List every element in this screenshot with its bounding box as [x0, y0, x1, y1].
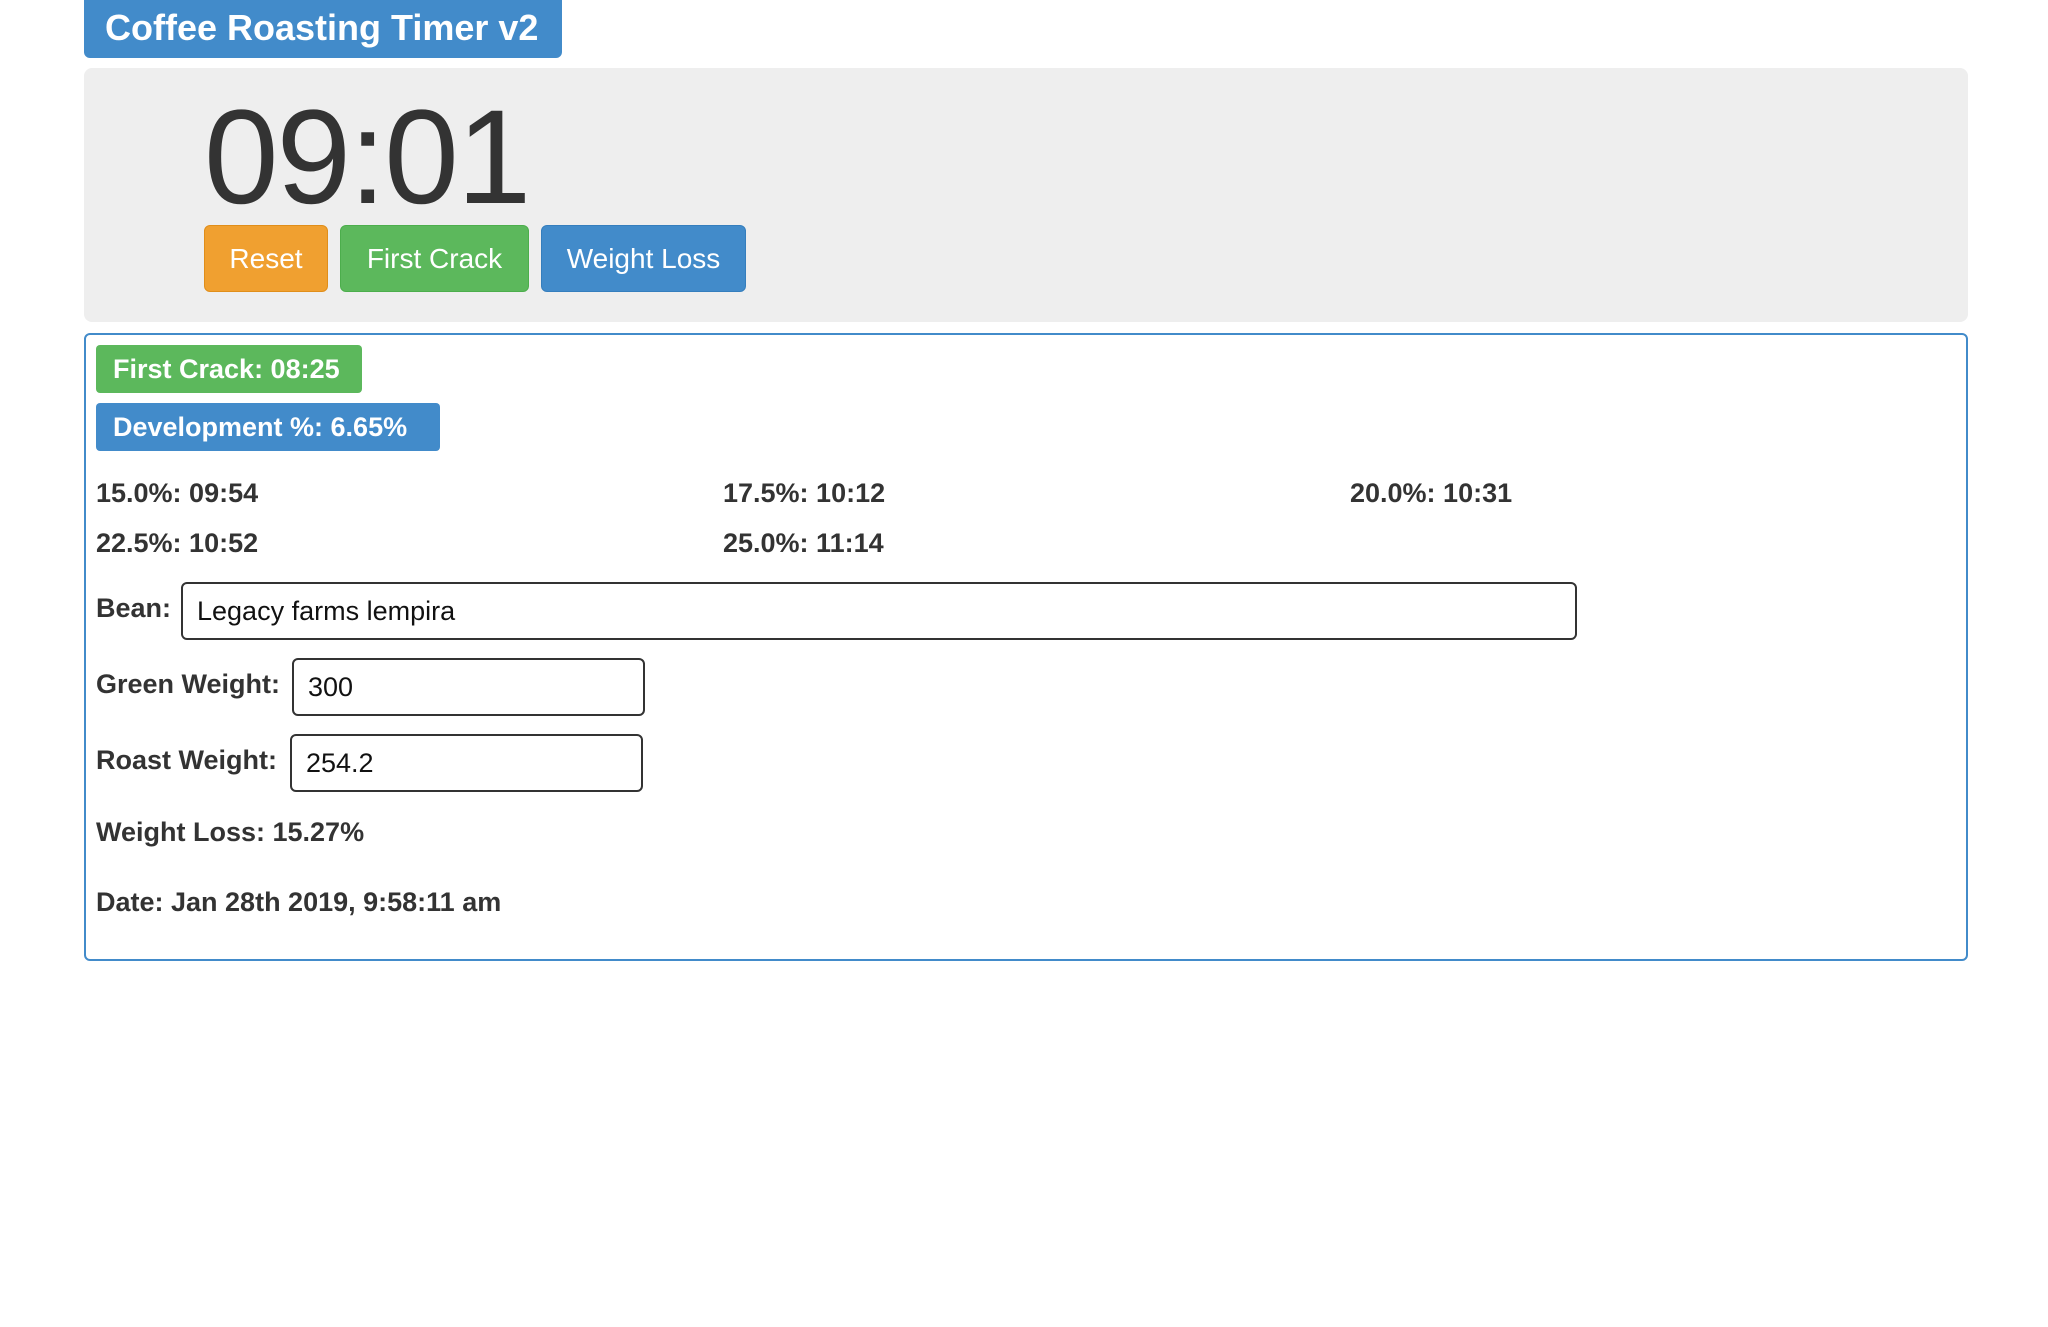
development-badge: Development %: 6.65% — [96, 403, 440, 451]
bean-label: Bean: — [96, 593, 172, 623]
roast-weight-label: Roast Weight: — [96, 745, 277, 775]
first-crack-badge: First Crack: 08:25 — [96, 345, 362, 393]
target-time-22-5: 22.5%: 10:52 — [96, 528, 259, 558]
weight-loss-button[interactable]: Weight Loss — [541, 225, 746, 292]
timer-panel: 09:01 Reset First Crack Weight Loss — [84, 68, 1968, 322]
green-weight-input[interactable] — [292, 658, 645, 716]
timer-display: 09:01 — [204, 83, 531, 232]
first-crack-button[interactable]: First Crack — [340, 225, 529, 292]
weight-loss-result: Weight Loss: 15.27% — [96, 817, 365, 847]
target-time-20: 20.0%: 10:31 — [1350, 478, 1513, 508]
roast-results-panel: First Crack: 08:25 Development %: 6.65% … — [84, 333, 1968, 961]
green-weight-label: Green Weight: — [96, 669, 281, 699]
target-time-25: 25.0%: 11:14 — [723, 528, 884, 558]
app-title: Coffee Roasting Timer v2 — [84, 0, 562, 58]
roast-weight-input[interactable] — [290, 734, 643, 792]
bean-input[interactable] — [181, 582, 1577, 640]
target-time-15: 15.0%: 09:54 — [96, 478, 259, 508]
reset-button[interactable]: Reset — [204, 225, 328, 292]
target-time-17-5: 17.5%: 10:12 — [723, 478, 886, 508]
roast-date: Date: Jan 28th 2019, 9:58:11 am — [96, 887, 502, 917]
